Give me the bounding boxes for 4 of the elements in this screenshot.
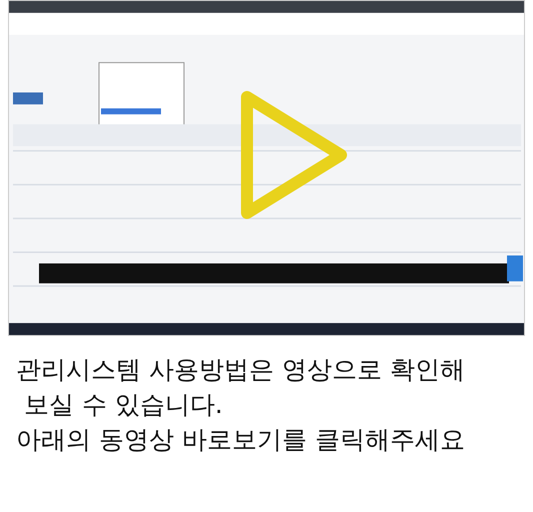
play-icon[interactable]	[239, 89, 349, 221]
caption-line: 아래의 동영상 바로보기를 클릭해주세요	[16, 424, 466, 456]
caption-line: 보실 수 있습니다.	[22, 389, 224, 421]
caption-line: 관리시스템 사용방법은 영상으로 확인해	[16, 354, 466, 386]
